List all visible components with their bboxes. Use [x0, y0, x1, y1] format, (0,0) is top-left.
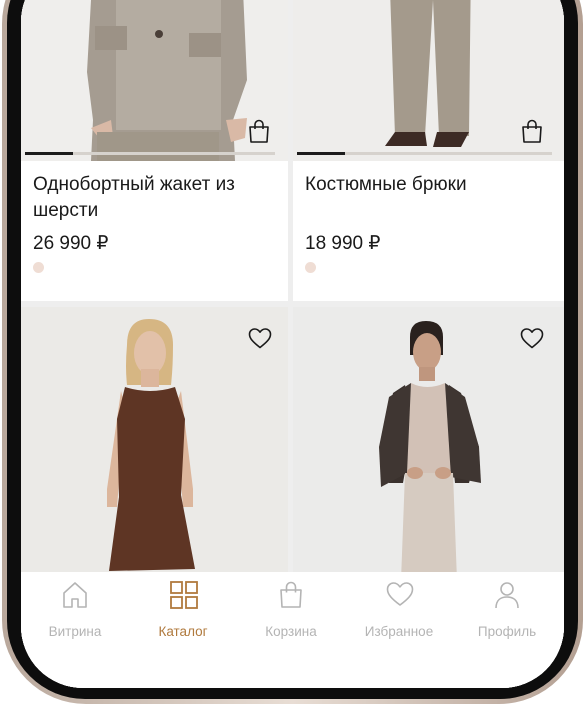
gallery-progress-bar: [297, 152, 552, 155]
heart-icon[interactable]: [247, 326, 273, 350]
phone-frame: Однобортный жакет из шерсти 26 990 ₽ Кос…: [0, 0, 585, 708]
product-card-trousers[interactable]: Костюмные брюки 18 990 ₽: [293, 0, 564, 301]
gallery-progress-bar: [25, 152, 275, 155]
grid-icon: [170, 581, 198, 609]
tab-label: Избранное: [364, 624, 434, 639]
tab-vitrina[interactable]: Витрина: [21, 572, 129, 652]
shopping-bag-icon: [280, 581, 302, 608]
tab-izbrannoe[interactable]: Избранное: [345, 572, 453, 652]
tab-katalog[interactable]: Каталог: [129, 572, 237, 652]
app-screen: Однобортный жакет из шерсти 26 990 ₽ Кос…: [21, 0, 564, 688]
heart-icon: [386, 582, 414, 606]
tab-profile[interactable]: Профиль: [453, 572, 561, 652]
home-icon: [63, 582, 87, 608]
product-price: 26 990 ₽: [33, 233, 109, 254]
color-swatch[interactable]: [305, 262, 316, 273]
user-icon: [495, 582, 519, 609]
gallery-progress-fill: [297, 152, 345, 155]
tab-korzina[interactable]: Корзина: [237, 572, 345, 652]
heart-icon[interactable]: [519, 326, 545, 350]
shopping-bag-icon[interactable]: [519, 118, 545, 144]
tab-label: Профиль: [477, 624, 537, 639]
shopping-bag-icon[interactable]: [246, 118, 272, 144]
color-swatch[interactable]: [33, 262, 44, 273]
product-card-jacket[interactable]: Однобортный жакет из шерсти 26 990 ₽: [21, 0, 288, 301]
tab-label: Витрина: [48, 624, 102, 639]
product-title[interactable]: Костюмные брюки: [305, 172, 545, 198]
gallery-progress-fill: [25, 152, 73, 155]
bottom-tab-bar: Витрина Каталог Корзина Избранное Профил…: [21, 572, 564, 688]
tab-label: Корзина: [265, 624, 317, 639]
tab-label: Каталог: [158, 624, 208, 639]
product-price: 18 990 ₽: [305, 233, 381, 254]
product-title[interactable]: Однобортный жакет из шерсти: [33, 172, 273, 224]
